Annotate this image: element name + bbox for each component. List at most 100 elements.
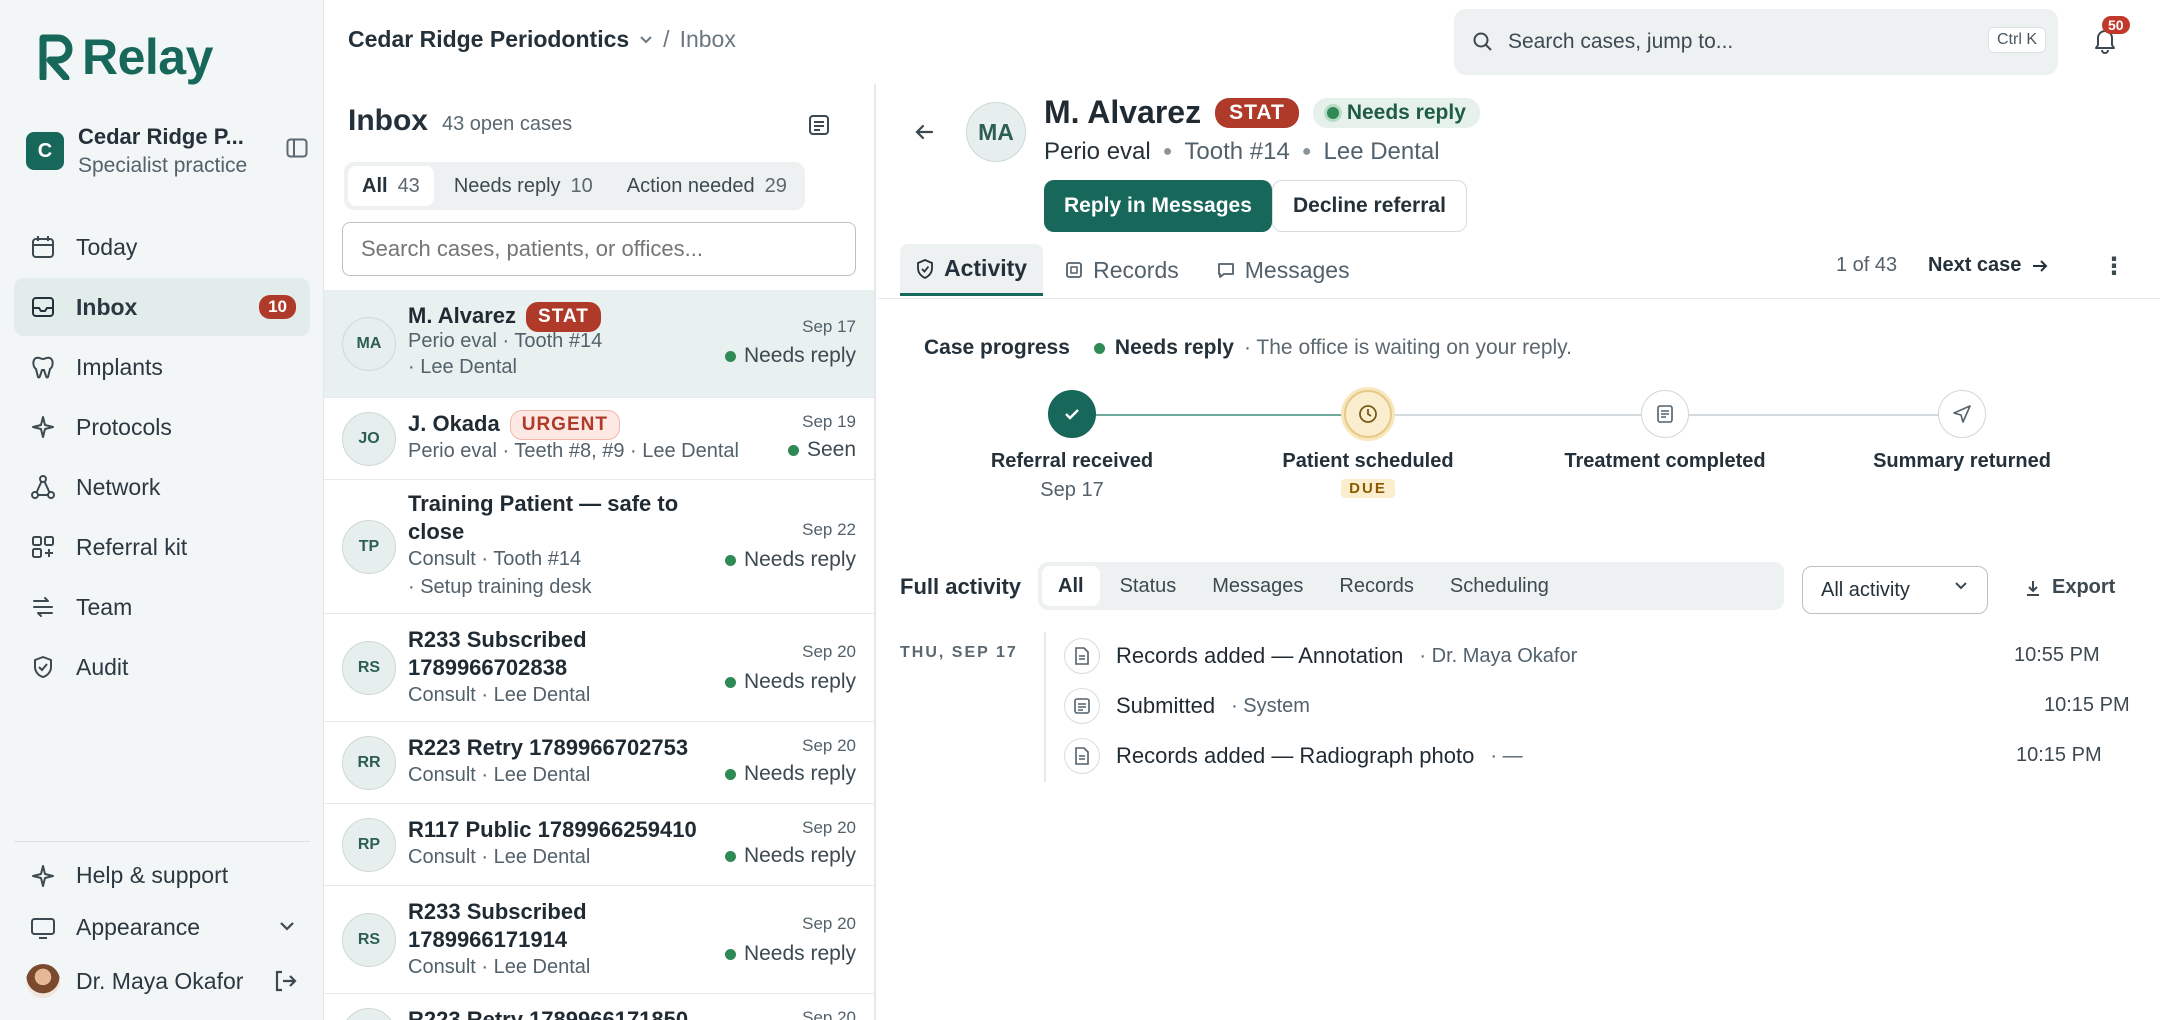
case-row[interactable]: RR R223 Retry 1789966702753 Consult · Le… [324, 722, 874, 804]
network-icon [31, 475, 55, 499]
team-icon [33, 597, 53, 617]
filter-needs-reply[interactable]: Needs reply 10 [440, 166, 607, 206]
patient-avatar: RS [342, 913, 396, 967]
nav-label: Today [76, 233, 138, 260]
appearance-toggle[interactable]: Appearance [30, 914, 296, 941]
activity-item[interactable]: Records added — Radiograph photo · — [1064, 738, 1523, 774]
chevron-down-icon[interactable] [639, 35, 653, 45]
case-search-input[interactable] [342, 222, 856, 276]
case-meta: Perio eval · Tooth #14 [408, 330, 603, 352]
activity-type-select[interactable]: All activity [1802, 566, 1988, 614]
nav-item-today[interactable]: Today [14, 218, 310, 276]
tooth-icon [32, 356, 54, 379]
status-label: Seen [806, 438, 856, 461]
logout-icon[interactable] [272, 968, 298, 994]
case-status: Needs reply [724, 344, 856, 368]
document-icon [1641, 390, 1689, 438]
help-support-link[interactable]: Help & support [30, 862, 228, 889]
patient-name: M. Alvarez [1044, 94, 1202, 130]
breadcrumb-org[interactable]: Cedar Ridge Periodontics [348, 26, 629, 53]
shield-icon [34, 656, 52, 678]
progress-description: · The office is waiting on your reply. [1243, 336, 1572, 359]
case-date: Sep 20 [802, 914, 856, 933]
progress-step: Referral received Sep 17 [952, 390, 1192, 502]
breadcrumb-page: Inbox [679, 26, 736, 52]
reply-in-messages-button[interactable]: Reply in Messages [1044, 180, 1272, 232]
nav-item-implants[interactable]: Implants [14, 338, 310, 396]
nav-item-referral-kit[interactable]: Referral kit [14, 518, 310, 576]
case-status: Seen [787, 438, 856, 462]
relay-logo[interactable]: Relay [38, 28, 213, 86]
patient-name: J. Okada [408, 411, 500, 436]
case-status: Needs reply [724, 762, 856, 786]
status-dot [724, 350, 736, 362]
nav-item-audit[interactable]: Audit [14, 638, 310, 696]
patient-name: Training Patient — safe to [408, 491, 679, 516]
patient-avatar: RR [342, 736, 396, 790]
activity-filter-messages[interactable]: Messages [1196, 566, 1319, 606]
activity-filter-all[interactable]: All [1042, 566, 1100, 606]
priority-badge: URGENT [509, 410, 620, 440]
case-row[interactable]: MA M. Alvarez STAT Perio eval · Tooth #14… [324, 290, 874, 398]
practice-avatar: C [26, 132, 64, 170]
filter-all[interactable]: All 43 [348, 166, 434, 206]
list-icon [1064, 688, 1100, 724]
nav-label: Implants [76, 353, 163, 380]
status-label: Needs reply [743, 670, 856, 693]
notification-count: 50 [2102, 16, 2130, 34]
case-status: Needs reply [724, 548, 856, 572]
activity-filter-records[interactable]: Records [1323, 566, 1429, 606]
collapse-sidebar-icon[interactable] [286, 138, 308, 164]
case-row[interactable]: JO J. Okada URGENT Perio eval · Teeth #8,… [324, 398, 874, 480]
sparkle-icon [32, 864, 54, 887]
case-date: Sep 22 [802, 520, 856, 539]
tab-activity[interactable]: Activity [900, 244, 1044, 296]
user-menu[interactable]: Dr. Maya Okafor [26, 964, 298, 998]
filter-label: All [362, 174, 388, 197]
patient-name-cont: close [408, 519, 465, 544]
case-row[interactable]: RP R117 Public 1789966259410 Consult · L… [324, 804, 874, 886]
case-row[interactable]: RR R223 Retry 1789966171850 Sep 20 [324, 994, 874, 1020]
tab-records[interactable]: Records [1049, 244, 1195, 296]
activity-filter-scheduling[interactable]: Scheduling [1434, 566, 1565, 606]
case-row[interactable]: RS R233 Subscribed 1789966702838 Consult… [324, 614, 874, 722]
case-row[interactable]: RS R233 Subscribed 1789966171914 Consult… [324, 886, 874, 994]
nav-item-inbox[interactable]: Inbox 10 [14, 278, 310, 336]
next-case-label: Next case [1928, 254, 2022, 276]
nav-item-team[interactable]: Team [14, 578, 310, 636]
export-button[interactable]: Export [2024, 576, 2115, 599]
activity-filter-tabs: All Status Messages Records Scheduling [1038, 562, 1784, 610]
case-meta: Consult · Lee Dental [408, 764, 591, 786]
progress-status: Needs reply [1114, 336, 1234, 359]
breadcrumb-separator: / [663, 26, 670, 52]
back-arrow-icon[interactable] [912, 120, 936, 150]
decline-referral-button[interactable]: Decline referral [1272, 180, 1467, 232]
activity-text: Submitted [1116, 693, 1216, 718]
progress-track [1072, 414, 1962, 416]
next-case-button[interactable]: Next case [1928, 254, 2049, 277]
nav-item-protocols[interactable]: Protocols [14, 398, 310, 456]
filter-action-needed[interactable]: Action needed 29 [613, 166, 801, 206]
more-options-icon[interactable]: ⋮ [2102, 252, 2126, 281]
filter-count: 29 [764, 174, 787, 197]
nav-label: Team [76, 593, 133, 620]
list-view-icon[interactable] [808, 114, 830, 142]
activity-filter-status[interactable]: Status [1104, 566, 1193, 606]
inbox-icon [32, 297, 54, 317]
status-label: Needs reply [743, 942, 856, 965]
open-case-count: 43 open cases [442, 113, 573, 135]
case-meta: Consult · Lee Dental [408, 846, 591, 868]
tab-label: Messages [1244, 256, 1350, 283]
patient-avatar: RR [342, 1008, 396, 1020]
notifications-button[interactable]: 50 [2092, 16, 2130, 60]
case-row[interactable]: TP Training Patient — safe to close Cons… [324, 480, 874, 614]
global-search[interactable]: Search cases, jump to... Ctrl K [1454, 9, 2058, 75]
brand-name: Relay [82, 29, 213, 85]
activity-item[interactable]: Records added — Annotation · Dr. Maya Ok… [1064, 638, 1577, 674]
case-date: Sep 19 [802, 412, 856, 431]
tab-messages[interactable]: Messages [1201, 244, 1366, 296]
full-activity-title: Full activity [900, 574, 1022, 599]
practice-switcher[interactable]: C Cedar Ridge P... Specialist practice [26, 124, 308, 178]
activity-item[interactable]: Submitted · System [1064, 688, 1310, 724]
nav-item-network[interactable]: Network [14, 458, 310, 516]
